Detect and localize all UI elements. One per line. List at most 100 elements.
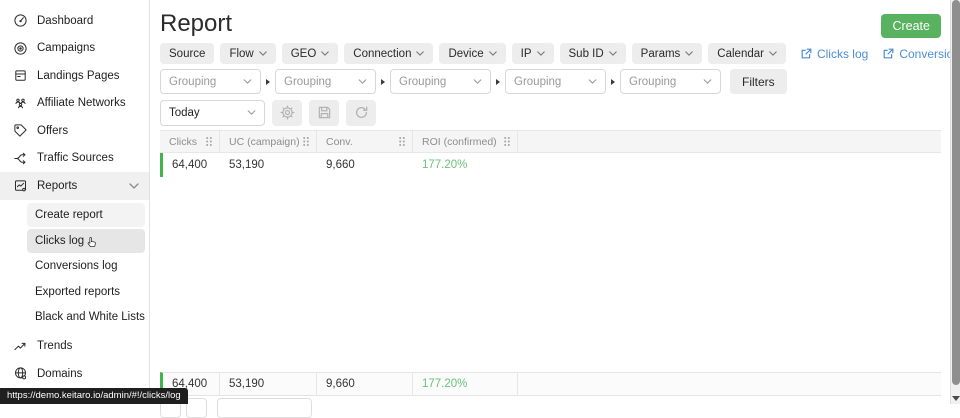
pagination-button[interactable] (186, 398, 207, 418)
filter-chip-ip[interactable]: IP (512, 43, 554, 64)
filter-chip-connection[interactable]: Connection (344, 43, 433, 64)
chip-label: Sub ID (569, 48, 604, 60)
trends-icon (13, 339, 28, 354)
clicks-log-link[interactable]: Clicks log (800, 47, 868, 61)
drag-handle-icon[interactable] (205, 136, 213, 147)
sidebar-item-conversions-log[interactable]: Conversions log (27, 254, 145, 278)
sidebar-item-label: Offers (37, 125, 68, 137)
chevron-down-icon (416, 51, 424, 56)
campaigns-icon (13, 41, 28, 56)
footer-roi-confirmed: 177.20% (413, 373, 518, 395)
traffic-sources-icon (13, 151, 28, 166)
drag-handle-icon[interactable] (302, 136, 310, 147)
filter-chip-row: Source Flow GEO Connection Device IP Sub… (160, 43, 960, 64)
period-select[interactable]: Today (160, 100, 265, 126)
sidebar-item-label: Reports (37, 180, 77, 192)
sidebar-item-affiliate-networks[interactable]: Affiliate Networks (0, 90, 149, 118)
filter-chip-sub-id[interactable]: Sub ID (560, 43, 626, 64)
landings-pages-icon (13, 68, 28, 83)
grouping-separator-icon (381, 79, 385, 85)
main-content: Report Create Source Flow GEO Connection… (150, 0, 950, 404)
grouping-select-4[interactable]: Grouping (505, 69, 606, 94)
sidebar-item-traffic-sources[interactable]: Traffic Sources (0, 145, 149, 173)
filters-button[interactable]: Filters (730, 69, 787, 94)
chevron-down-icon (609, 51, 617, 56)
sidebar-item-exported-reports[interactable]: Exported reports (27, 280, 145, 304)
chevron-down-icon (247, 110, 256, 115)
sidebar-item-label: Affiliate Networks (37, 97, 126, 109)
column-header-roi-confirmed[interactable]: ROI (confirmed) (413, 131, 518, 152)
sidebar-item-campaigns[interactable]: Campaigns (0, 35, 149, 63)
drag-handle-icon[interactable] (503, 136, 511, 147)
sidebar-item-domains[interactable]: Domains (0, 360, 149, 388)
chevron-down-icon (259, 51, 267, 56)
chip-label: GEO (291, 48, 317, 60)
mouse-cursor-icon (85, 235, 100, 250)
column-header-uc-campaign[interactable]: UC (campaign) (220, 131, 317, 152)
chevron-down-icon (358, 79, 367, 84)
sidebar-item-trends[interactable]: Trends (0, 333, 149, 361)
chip-label: Connection (353, 48, 411, 60)
sidebar: Dashboard Campaigns Landings Pages Affil… (0, 0, 150, 404)
select-placeholder: Grouping (169, 76, 216, 88)
cell-roi-confirmed: 177.20% (413, 153, 518, 177)
sidebar-item-clicks-log[interactable]: Clicks log (27, 229, 145, 253)
settings-button[interactable] (272, 100, 302, 126)
column-label: UC (campaign) (229, 136, 300, 148)
cell-clicks: 64,400 (163, 153, 220, 177)
footer-conv: 9,660 (317, 373, 413, 395)
browser-link-preview: https://demo.keitaro.io/admin/#!/clicks/… (0, 388, 188, 404)
select-placeholder: Grouping (629, 76, 676, 88)
scrollbar-thumb[interactable] (952, 0, 960, 385)
column-header-conv[interactable]: Conv. (317, 131, 413, 152)
column-label: ROI (confirmed) (422, 136, 497, 148)
grouping-select-3[interactable]: Grouping (390, 69, 491, 94)
sidebar-item-dashboard[interactable]: Dashboard (0, 7, 149, 35)
grouping-select-2[interactable]: Grouping (275, 69, 376, 94)
chevron-down-icon (703, 79, 712, 84)
filter-chip-source[interactable]: Source (160, 43, 214, 64)
filter-chip-flow[interactable]: Flow (220, 43, 275, 64)
filter-chip-calendar[interactable]: Calendar (708, 43, 786, 64)
chip-label: Flow (229, 48, 253, 60)
page-title: Report (160, 10, 232, 38)
column-label: Conv. (326, 136, 353, 148)
sidebar-item-offers[interactable]: Offers (0, 117, 149, 145)
sidebar-item-label: Traffic Sources (37, 152, 114, 164)
chevron-down-icon (129, 183, 139, 189)
conversions-log-link[interactable]: Conversions log (882, 47, 960, 61)
table-footer-row: 64,400 53,190 9,660 177.20% (160, 372, 941, 396)
create-button[interactable]: Create (881, 14, 941, 38)
column-label: Clicks (169, 136, 197, 148)
sidebar-item-black-white-lists[interactable]: Black and White Lists (27, 305, 145, 329)
sidebar-item-create-report[interactable]: Create report (27, 203, 145, 227)
drag-handle-icon[interactable] (398, 136, 406, 147)
page-size-select[interactable] (217, 398, 312, 418)
chevron-down-icon (489, 51, 497, 56)
chevron-down-icon (685, 51, 693, 56)
chip-label: Source (169, 48, 205, 60)
refresh-button[interactable] (346, 100, 376, 126)
sub-item-label: Clicks log (35, 235, 84, 247)
offers-icon (13, 123, 28, 138)
filter-chip-geo[interactable]: GEO (282, 43, 339, 64)
select-placeholder: Grouping (284, 76, 331, 88)
sidebar-item-landings-pages[interactable]: Landings Pages (0, 62, 149, 90)
affiliate-networks-icon (13, 96, 28, 111)
scrollbar-down-arrow-icon[interactable] (952, 396, 960, 401)
grouping-select-5[interactable]: Grouping (620, 69, 721, 94)
grouping-select-1[interactable]: Grouping (160, 69, 261, 94)
sidebar-item-label: Domains (37, 368, 82, 380)
save-report-button[interactable] (309, 100, 339, 126)
footer-uc-campaign: 53,190 (220, 373, 317, 395)
sidebar-item-reports[interactable]: Reports (0, 172, 149, 200)
table-empty-area (160, 177, 941, 372)
filter-chip-params[interactable]: Params (632, 43, 703, 64)
filter-chip-device[interactable]: Device (439, 43, 505, 64)
chip-label: Calendar (717, 48, 764, 60)
chevron-down-icon (243, 79, 252, 84)
floppy-save-icon (317, 105, 332, 120)
vertical-scrollbar[interactable] (950, 0, 960, 404)
column-header-clicks[interactable]: Clicks (160, 131, 220, 152)
grouping-separator-icon (611, 79, 615, 85)
